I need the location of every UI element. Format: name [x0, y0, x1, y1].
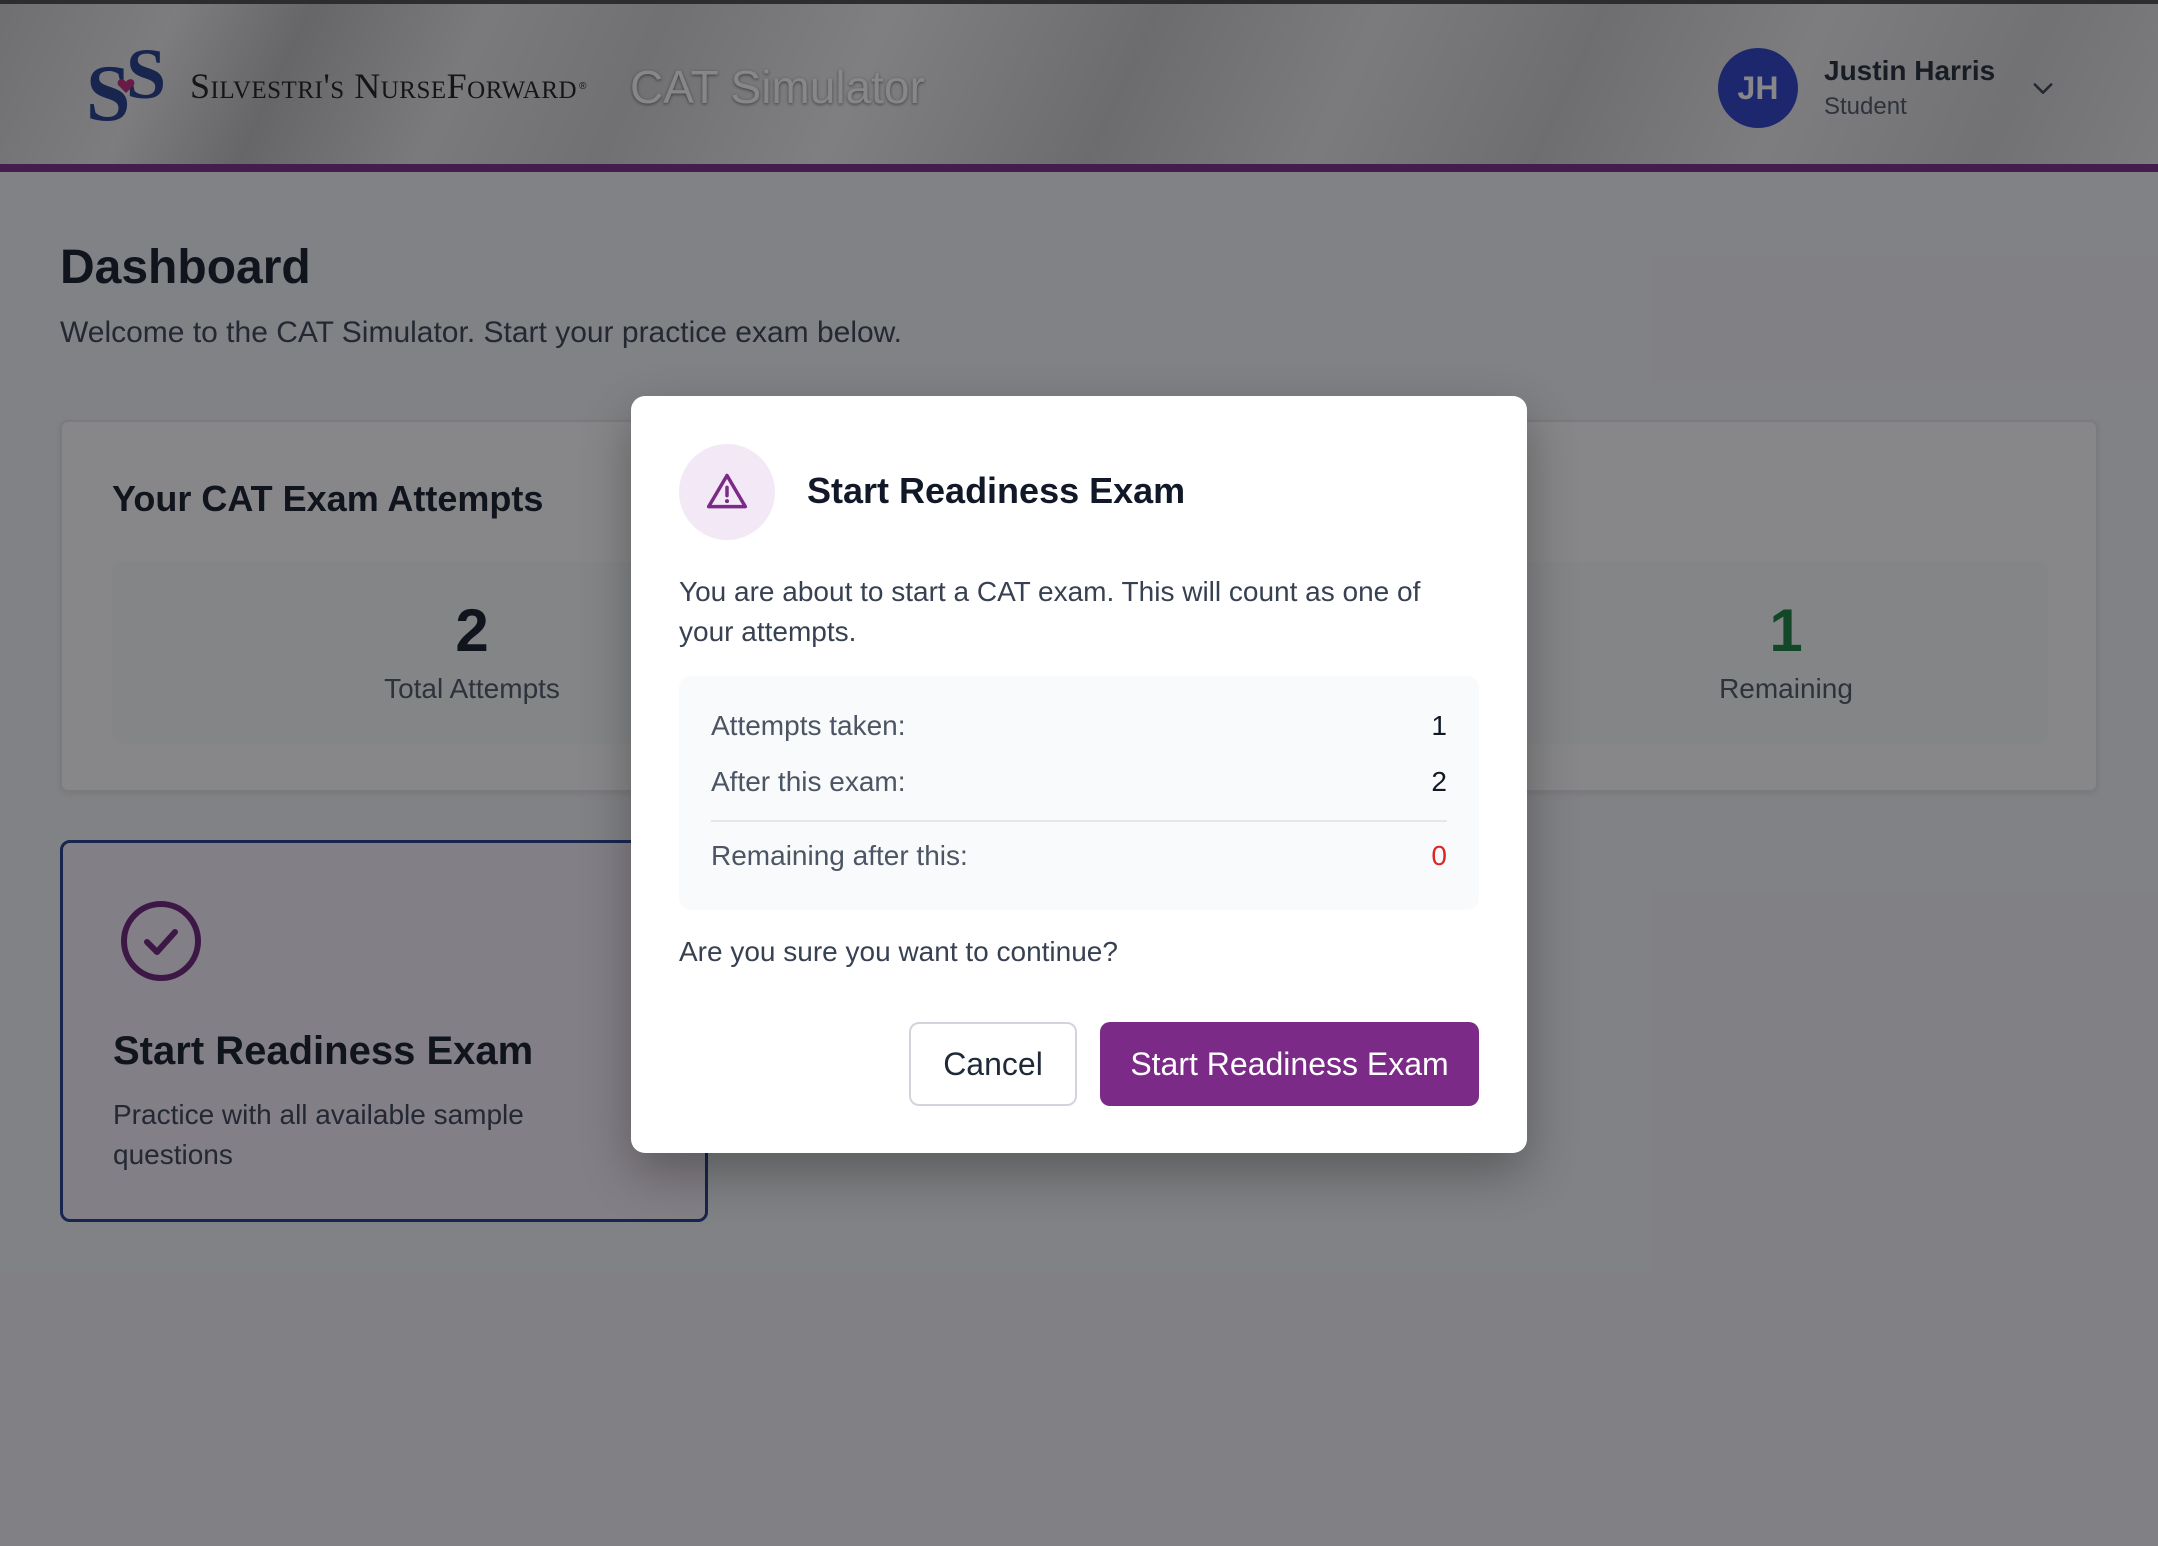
summary-row-remaining-after: Remaining after this: 0 [711, 836, 1447, 876]
modal-body: You are about to start a CAT exam. This … [679, 576, 1421, 647]
attempts-summary: Attempts taken: 1 After this exam: 2 Rem… [679, 676, 1479, 910]
start-exam-dialog: Start Readiness Exam You are about to st… [631, 396, 1527, 1153]
start-readiness-exam-button[interactable]: Start Readiness Exam [1100, 1022, 1479, 1106]
confirm-question: Are you sure you want to continue? [679, 936, 1118, 967]
summary-row-after-exam: After this exam: 2 [711, 762, 1447, 802]
summary-label: Attempts taken: [711, 710, 906, 741]
cancel-button[interactable]: Cancel [909, 1022, 1077, 1106]
summary-value: 0 [1431, 840, 1447, 871]
summary-label: After this exam: [711, 766, 906, 797]
summary-value: 1 [1431, 710, 1447, 741]
modal-title: Start Readiness Exam [807, 470, 1186, 511]
summary-row-attempts-taken: Attempts taken: 1 [711, 706, 1447, 746]
warning-triangle-icon [706, 473, 748, 509]
summary-divider [711, 820, 1447, 822]
summary-label: Remaining after this: [711, 840, 968, 871]
summary-value: 2 [1431, 766, 1447, 797]
modal-icon-container [679, 444, 775, 540]
